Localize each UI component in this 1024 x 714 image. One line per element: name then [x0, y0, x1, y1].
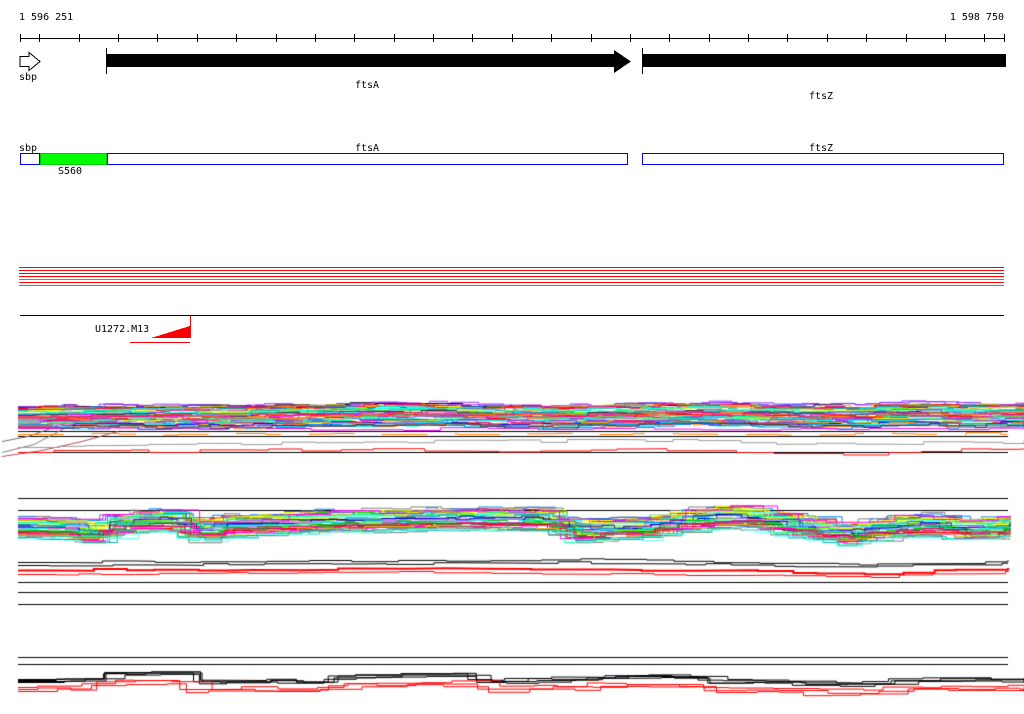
read-marker-wedge[interactable]: [151, 326, 190, 338]
gene-sbp-arrow[interactable]: [19, 51, 41, 72]
feature-box-ftsa[interactable]: [107, 153, 628, 165]
gc-content-line: [19, 285, 1004, 286]
feature-label-ftsz: ftsZ: [809, 143, 834, 154]
genome-browser-window: 1 596 251 1 598 750 sbp ftsA ftsZ sbp ft…: [0, 0, 1024, 714]
gene-ftsz-bar[interactable]: [643, 54, 1006, 67]
gene-label-ftsz: ftsZ: [809, 91, 834, 102]
gene-label-ftsa: ftsA: [355, 80, 380, 91]
feature-box-s560[interactable]: [40, 153, 107, 165]
gene-ftsa-arrowhead: [614, 50, 631, 73]
ruler-end-coordinate: 1 598 750: [949, 12, 1004, 23]
gene-label-sbp: sbp: [19, 72, 38, 83]
gc-content-line: [19, 282, 1004, 283]
gc-content-line: [19, 276, 1004, 277]
gc-content-line: [19, 267, 1004, 268]
feature-box-sbp[interactable]: [20, 153, 40, 165]
feature-label-s560: S560: [58, 166, 83, 177]
feature-label-sbp: sbp: [19, 143, 38, 154]
feature-label-ftsa: ftsA: [355, 143, 380, 154]
gc-content-line: [19, 270, 1004, 271]
tracks-vector-layer: [19, 34, 1006, 343]
ruler-start-coordinate: 1 596 251: [19, 12, 74, 23]
gc-content-line: [19, 279, 1004, 280]
gc-content-line: [19, 273, 1004, 274]
gene-ftsa-arrow[interactable]: [106, 54, 614, 67]
feature-box-ftsz[interactable]: [642, 153, 1004, 165]
read-label-u1272-m13: U1272.M13: [95, 324, 150, 335]
